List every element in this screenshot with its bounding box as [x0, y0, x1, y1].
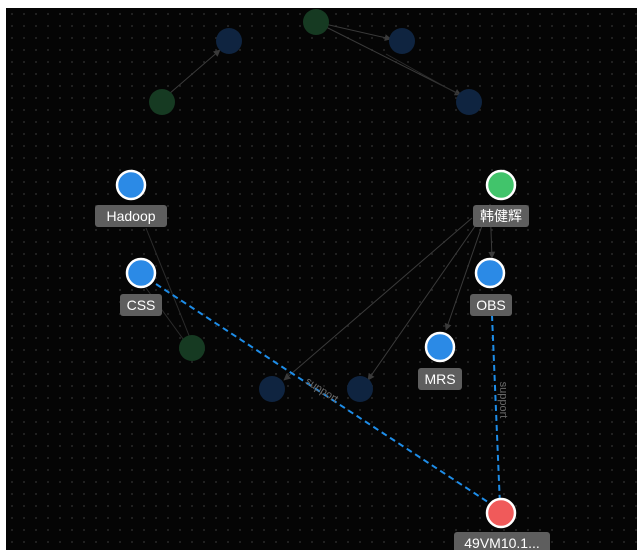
faded-node[interactable]: [389, 28, 415, 54]
edge-hadoop-faded: [145, 227, 191, 339]
node-mrs-circle[interactable]: [424, 331, 456, 363]
node-mrs-label: MRS: [424, 371, 455, 387]
node-hadoop-circle[interactable]: [115, 169, 147, 201]
faded-node[interactable]: [149, 89, 175, 115]
faded-node[interactable]: [456, 89, 482, 115]
node-css-circle[interactable]: [125, 257, 157, 289]
node-person[interactable]: 韩健辉: [473, 169, 529, 227]
node-person-circle[interactable]: [485, 169, 517, 201]
node-css-label: CSS: [127, 297, 156, 313]
edge-label-css-vm: support: [303, 375, 340, 405]
node-mrs[interactable]: MRS: [418, 331, 462, 390]
node-vm-label: 49VM10.1...: [464, 535, 540, 550]
edge-person-faded-a: [367, 221, 479, 381]
node-obs-circle[interactable]: [474, 257, 506, 289]
node-css[interactable]: CSS: [120, 257, 162, 316]
faded-node[interactable]: [259, 376, 285, 402]
faded-node[interactable]: [216, 28, 242, 54]
node-person-label: 韩健辉: [480, 208, 522, 224]
node-hadoop[interactable]: Hadoop: [95, 169, 167, 227]
faded-node[interactable]: [303, 9, 329, 35]
node-hadoop-label: Hadoop: [106, 208, 155, 224]
node-obs-label: OBS: [476, 297, 506, 313]
graph-canvas[interactable]: support support Hadoop CSS 韩健辉 OBS MRS 4…: [6, 8, 637, 550]
faded-node[interactable]: [347, 376, 373, 402]
graph-svg: support support Hadoop CSS 韩健辉 OBS MRS 4…: [95, 9, 550, 550]
edge-label-obs-vm: support: [497, 382, 509, 419]
node-vm-circle[interactable]: [485, 497, 517, 529]
faded-node[interactable]: [179, 335, 205, 361]
node-vm[interactable]: 49VM10.1...: [454, 497, 550, 550]
node-obs[interactable]: OBS: [470, 257, 512, 316]
edge-faded-4: [385, 53, 459, 95]
